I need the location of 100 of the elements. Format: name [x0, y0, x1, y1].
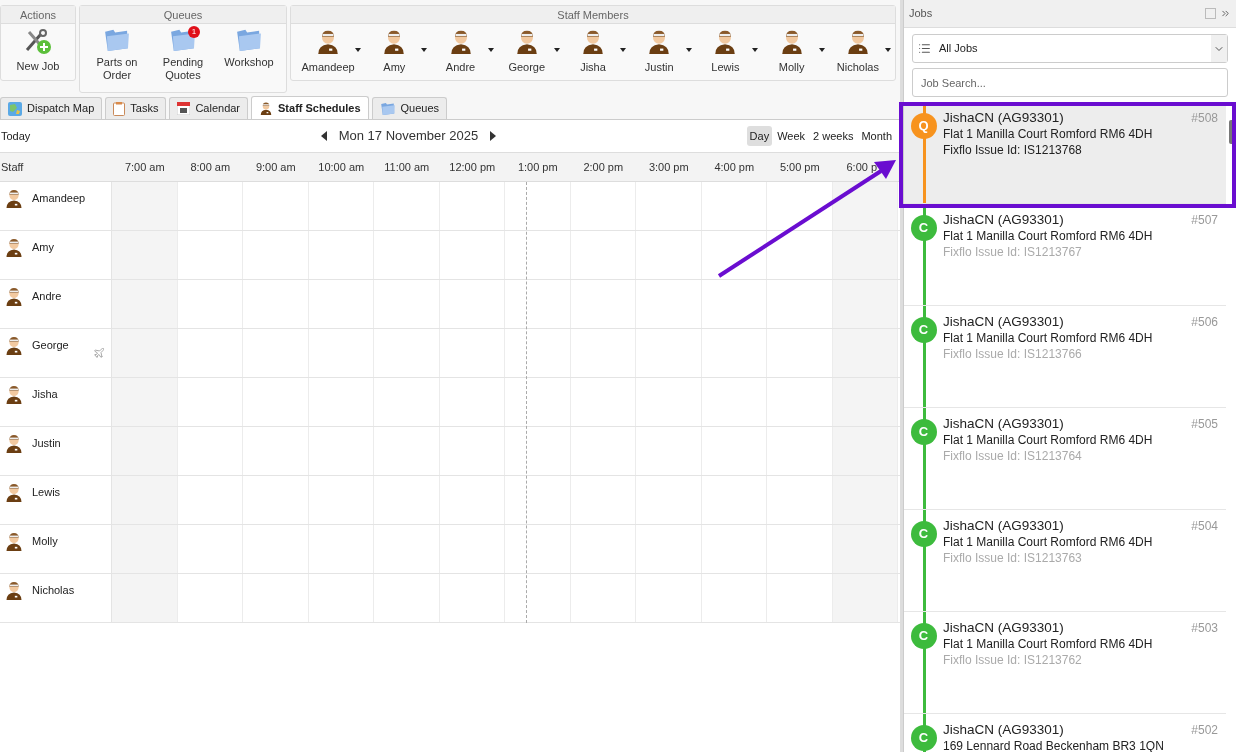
caret-icon [752, 48, 759, 52]
caret-icon [884, 48, 891, 52]
off-hours-cell[interactable] [112, 280, 178, 328]
list-icon [918, 42, 931, 55]
issue-id: Fixflo Issue Id: IS1213763 [943, 550, 1083, 566]
job-number: #504 [1191, 518, 1218, 534]
job-address: Flat 1 Manilla Court Romford RM6 4DH [943, 330, 1154, 346]
tools-add-icon [23, 28, 53, 56]
filter-dropdown[interactable]: All Jobs [912, 34, 1228, 63]
staff-name: Justin [32, 436, 61, 451]
job-address: Flat 1 Manilla Court Romford RM6 4DH [943, 228, 1154, 244]
job-card[interactable]: C JishaCN (AG93301) #506 Flat 1 Manilla Court Romford RM6 4DH Fixflo Issue Id: IS1213766 [904, 306, 1226, 408]
staff-member-button[interactable]: Amandeep [295, 28, 362, 80]
off-hours-cell[interactable] [832, 182, 898, 230]
search-field[interactable]: Job Search... [912, 68, 1228, 97]
staff-member-button[interactable]: Jisha [560, 28, 626, 80]
tab[interactable]: Calendar [169, 97, 249, 119]
off-hours-cell[interactable] [832, 525, 898, 573]
off-hours-cell[interactable] [112, 329, 178, 377]
off-hours-cell[interactable] [112, 525, 178, 573]
job-title: JishaCN (AG93301) [943, 518, 1065, 534]
job-title: JishaCN (AG93301) [943, 722, 1065, 738]
off-hours-cell[interactable] [112, 231, 178, 279]
tab[interactable]: Staff Schedules [251, 96, 369, 119]
staff-name: Andre [32, 289, 62, 304]
staff-name: Nicholas [32, 583, 75, 598]
hour-header: 5:00 pm [778, 159, 821, 175]
off-hours-cell[interactable] [832, 280, 898, 328]
caret-icon [553, 48, 560, 52]
staff-member-button[interactable]: George [493, 28, 560, 80]
queue-button[interactable]: Parts on Order [84, 28, 150, 92]
staff-member-button[interactable]: Andre [427, 28, 494, 80]
off-hours-cell[interactable] [832, 476, 898, 524]
off-hours-cell[interactable] [832, 231, 898, 279]
status-badge: C [910, 521, 937, 547]
caret-icon [620, 48, 626, 52]
off-hours-cell[interactable] [832, 427, 898, 475]
staff-member-button[interactable]: Molly [758, 28, 825, 80]
off-hours-cell[interactable] [112, 476, 178, 524]
off-hours-cell[interactable] [832, 378, 898, 426]
job-title: JishaCN (AG93301) [943, 212, 1065, 228]
off-hours-cell[interactable] [112, 427, 178, 475]
job-card[interactable]: C JishaCN (AG93301) #504 Flat 1 Manilla Court Romford RM6 4DH Fixflo Issue Id: IS1213763 [904, 510, 1226, 612]
job-title: JishaCN (AG93301) [943, 620, 1065, 636]
group-title: Queues [80, 6, 286, 24]
hour-header: 11:00 am [383, 159, 431, 175]
view-button[interactable]: 2 weeks [810, 125, 857, 147]
hour-header: 3:00 pm [647, 159, 690, 175]
hour-header: 7:00 am [123, 159, 166, 175]
job-number: #503 [1191, 620, 1218, 636]
view-button[interactable]: Day [746, 125, 773, 147]
avatar-icon [4, 286, 24, 306]
today-button[interactable]: Today [1, 127, 31, 145]
avatar-icon [4, 531, 24, 551]
hour-header: 8:00 am [189, 159, 232, 175]
avatar-icon [4, 335, 24, 355]
staff-name: Jisha [32, 387, 58, 402]
job-number: #505 [1191, 416, 1218, 432]
status-badge: Q [910, 113, 937, 139]
next-day-icon[interactable] [490, 131, 497, 141]
folder-icon [235, 28, 263, 52]
view-button[interactable]: Month [858, 125, 895, 147]
issue-id: Fixflo Issue Id: IS1213762 [943, 652, 1083, 668]
staff-name: Lewis [32, 485, 61, 500]
folder-icon [169, 28, 197, 52]
folder-icon [103, 28, 131, 52]
staff-member-button[interactable]: Lewis [692, 28, 759, 80]
calendar-icon [177, 102, 191, 115]
tab[interactable]: Tasks [105, 97, 167, 119]
hour-header: 9:00 am [254, 159, 297, 175]
job-address: Flat 1 Manilla Court Romford RM6 4DH [943, 432, 1154, 448]
job-title: JishaCN (AG93301) [943, 314, 1065, 330]
tab[interactable]: Queues [371, 97, 448, 119]
job-card[interactable]: C JishaCN (AG93301) #505 Flat 1 Manilla Court Romford RM6 4DH Fixflo Issue Id: IS1213764 [904, 408, 1226, 510]
off-hours-cell[interactable] [112, 574, 178, 622]
view-button[interactable]: Week [774, 125, 809, 147]
hour-header: 2:00 pm [582, 159, 625, 175]
clipboard-icon [113, 101, 126, 116]
job-number: #506 [1191, 314, 1218, 330]
off-hours-cell[interactable] [832, 574, 898, 622]
off-hours-cell[interactable] [832, 329, 898, 377]
job-card[interactable]: C JishaCN (AG93301) #503 Flat 1 Manilla Court Romford RM6 4DH Fixflo Issue Id: IS1213762 [904, 612, 1226, 714]
hour-header: 10:00 am [317, 159, 366, 175]
tab[interactable]: Dispatch Map [0, 97, 103, 119]
issue-id: Fixflo Issue Id: IS1213766 [943, 346, 1083, 362]
staff-member-button[interactable]: Nicholas [824, 28, 891, 80]
staff-name: Amy [32, 240, 54, 255]
new-job-button[interactable]: New Job [5, 28, 71, 80]
previous-day-icon[interactable] [320, 131, 327, 141]
job-number: #507 [1191, 212, 1218, 228]
avatar-icon [4, 384, 24, 404]
queue-button[interactable]: Workshop [216, 28, 282, 92]
staff-member-button[interactable]: Amy [361, 28, 428, 80]
queue-button[interactable]: 1 Pending Quotes [150, 28, 216, 92]
staff-member-button[interactable]: Justin [626, 28, 693, 80]
collapse-icon[interactable] [1220, 8, 1231, 19]
status-badge: C [910, 317, 937, 343]
hour-header: 1:00 pm [516, 159, 559, 175]
off-hours-cell[interactable] [112, 182, 178, 230]
off-hours-cell[interactable] [112, 378, 178, 426]
